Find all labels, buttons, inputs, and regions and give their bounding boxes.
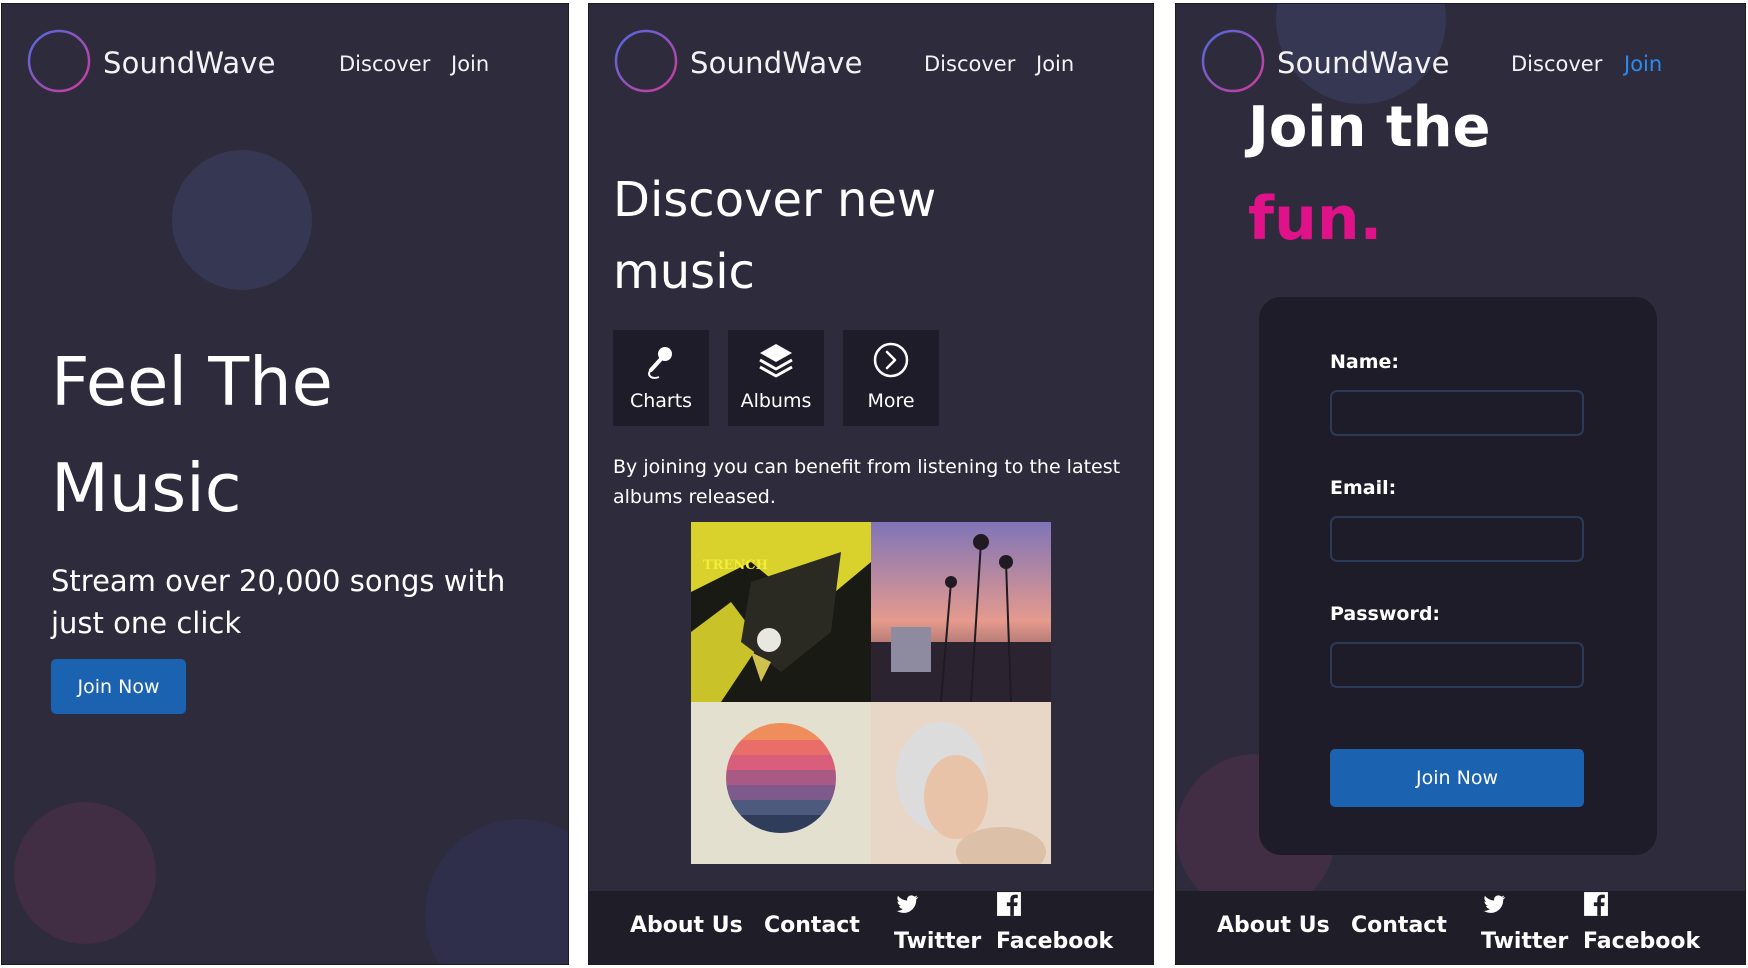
portrait-album-art: [871, 702, 1051, 864]
soundwave-logo-icon[interactable]: [1200, 28, 1266, 94]
nav-discover[interactable]: Discover: [924, 52, 1015, 76]
nav-discover[interactable]: Discover: [1511, 52, 1602, 76]
footer-contact-link[interactable]: Contact: [1351, 913, 1447, 938]
eagle-album-art: [691, 522, 871, 702]
footer-contact-link[interactable]: Contact: [764, 913, 860, 938]
name-label: Name:: [1330, 351, 1400, 373]
brand-name: SoundWave: [1277, 46, 1450, 80]
charts-label: Charts: [629, 390, 693, 412]
hero-title-line1: Feel The: [51, 343, 333, 421]
hero-title: Feel The Music: [51, 329, 333, 541]
password-label: Password:: [1330, 603, 1441, 625]
more-label: More: [867, 390, 915, 412]
signup-form: Name: Email: Password: Join Now: [1259, 297, 1657, 855]
facebook-icon[interactable]: [1583, 891, 1609, 917]
chevron-circle-icon: [873, 342, 909, 378]
footer-facebook-link[interactable]: Facebook: [1583, 929, 1700, 954]
footer-about-link[interactable]: About Us: [630, 913, 743, 938]
facebook-icon[interactable]: [996, 891, 1022, 917]
album-cover-sunset[interactable]: [871, 522, 1051, 702]
footer-twitter-link[interactable]: Twitter: [1481, 929, 1568, 954]
join-title: Join the: [1248, 95, 1491, 160]
striped-circle-album-art: [726, 723, 836, 833]
brand-name: SoundWave: [690, 46, 863, 80]
twitter-icon[interactable]: [1481, 891, 1507, 917]
nav-join[interactable]: Join: [1624, 52, 1662, 76]
decor-circle: [14, 802, 156, 944]
more-card[interactable]: More: [843, 330, 939, 426]
microphone-icon: [648, 347, 672, 379]
twitter-icon[interactable]: [894, 891, 920, 917]
nav-join[interactable]: Join: [451, 52, 489, 76]
charts-card[interactable]: Charts: [613, 330, 709, 426]
home-screen: SoundWave Discover Join Feel The Music S…: [1, 3, 569, 965]
albums-label: Albums: [740, 390, 812, 412]
palm-sunset-album-art: [871, 522, 1051, 702]
discover-description: By joining you can benefit from listenin…: [613, 456, 1121, 508]
hero-subtitle: Stream over 20,000 songs with just one c…: [51, 564, 506, 640]
email-label: Email:: [1330, 477, 1397, 499]
discover-screen: SoundWave Discover Join Discover new mus…: [588, 3, 1154, 965]
decor-circle: [172, 150, 312, 290]
email-field[interactable]: [1330, 516, 1584, 562]
album-cover-text: TRENCH: [703, 558, 768, 573]
album-cover-portrait[interactable]: [871, 702, 1051, 864]
decor-circle: [425, 819, 568, 964]
soundwave-logo-icon[interactable]: [26, 28, 92, 94]
name-field[interactable]: [1330, 390, 1584, 436]
hero-title-line2: Music: [51, 449, 242, 527]
album-cover-trench[interactable]: TRENCH: [691, 522, 871, 702]
footer-twitter-link[interactable]: Twitter: [894, 929, 981, 954]
footer: About Us Contact Twitter Facebook: [589, 891, 1153, 964]
albums-card[interactable]: Albums: [728, 330, 824, 426]
nav-discover[interactable]: Discover: [339, 52, 430, 76]
layers-icon: [759, 344, 793, 378]
footer-facebook-link[interactable]: Facebook: [996, 929, 1113, 954]
join-screen: SoundWave Discover Join Join the fun. Na…: [1175, 3, 1746, 965]
soundwave-logo-icon[interactable]: [613, 28, 679, 94]
footer-about-link[interactable]: About Us: [1217, 913, 1330, 938]
nav-join[interactable]: Join: [1036, 52, 1074, 76]
join-now-submit-button[interactable]: Join Now: [1330, 749, 1584, 807]
brand-name: SoundWave: [103, 46, 276, 80]
join-now-button[interactable]: Join Now: [51, 659, 186, 714]
join-highlight: fun.: [1248, 184, 1383, 254]
footer: About Us Contact Twitter Facebook: [1176, 891, 1745, 964]
album-cover-circle[interactable]: [691, 702, 871, 864]
discover-title-line2: music: [613, 244, 755, 300]
password-field[interactable]: [1330, 642, 1584, 688]
discover-title-line1: Discover new: [613, 172, 937, 228]
discover-title: Discover new music: [613, 164, 936, 308]
